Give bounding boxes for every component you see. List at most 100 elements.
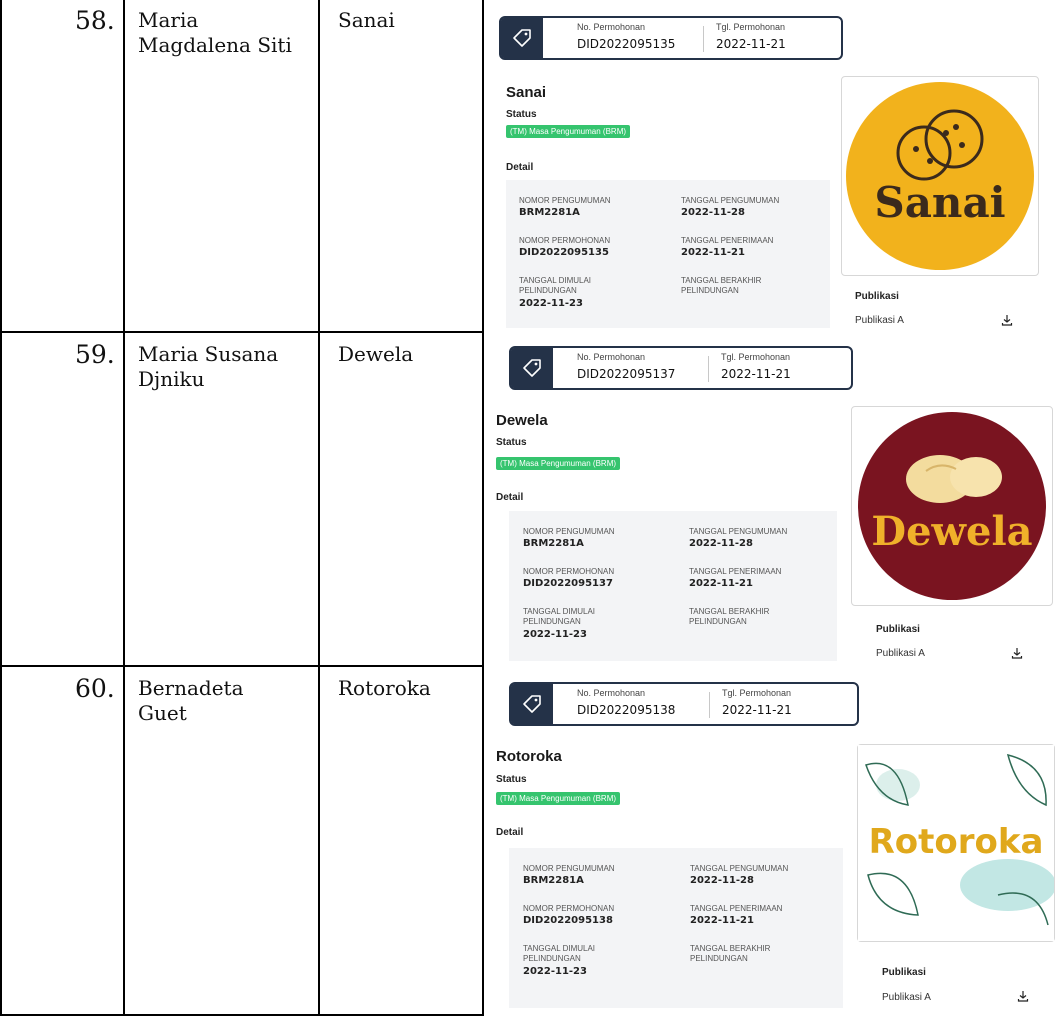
- no-permohonan-value: DID2022095135: [577, 37, 676, 51]
- detail-label: Detail: [496, 827, 524, 838]
- logo-image: Sanai: [841, 76, 1039, 276]
- download-icon[interactable]: [1001, 314, 1013, 326]
- no-permohonan-value: DID2022095138: [577, 703, 676, 717]
- logo-image: Rotoroka: [857, 744, 1056, 942]
- tgl-permohonan-value: 2022-11-21: [721, 367, 791, 381]
- tanggal-penerimaan-label: TANGGAL PENERIMAAN: [689, 567, 782, 576]
- nomor-pengumuman-value: BRM2281A: [519, 207, 580, 218]
- tanggal-pengumuman-label: TANGGAL PENGUMUMAN: [681, 196, 780, 205]
- publikasi-item[interactable]: Publikasi A: [882, 992, 931, 1003]
- application-card: No. Permohonan DID2022095135 Tgl. Permoh…: [499, 16, 843, 60]
- tanggal-dimulai-value: 2022-11-23: [519, 298, 583, 309]
- card-separator: [709, 692, 710, 718]
- brand-title: Dewela: [496, 412, 548, 429]
- logo-image: Dewela: [851, 406, 1053, 606]
- tanggal-berakhir-label: PELINDUNGAN: [690, 954, 748, 963]
- no-permohonan-label: No. Permohonan: [577, 688, 646, 698]
- tgl-permohonan-value: 2022-11-21: [722, 703, 792, 717]
- status-label: Status: [506, 109, 537, 120]
- tgl-permohonan-value: 2022-11-21: [716, 37, 786, 51]
- owner-name-line-2: Magdalena Siti: [138, 33, 292, 57]
- tanggal-berakhir-label: TANGGAL BERAKHIR: [689, 607, 770, 616]
- brand-name: Dewela: [338, 342, 414, 366]
- tgl-permohonan-label: Tgl. Permohonan: [716, 22, 786, 32]
- tanggal-penerimaan-label: TANGGAL PENERIMAAN: [681, 236, 774, 245]
- table-col-divider-3: [482, 0, 484, 1016]
- nomor-permohonan-value: DID2022095137: [523, 578, 613, 589]
- nomor-pengumuman-value: BRM2281A: [523, 875, 584, 886]
- card-separator: [708, 356, 709, 382]
- tanggal-pengumuman-value: 2022-11-28: [681, 207, 745, 218]
- nomor-pengumuman-label: NOMOR PENGUMUMAN: [523, 527, 615, 536]
- tanggal-dimulai-label: TANGGAL DIMULAI: [519, 276, 592, 285]
- row-number: 59.: [75, 340, 115, 369]
- brand-name: Rotoroka: [338, 676, 431, 700]
- logo-lettering: Rotoroka: [869, 822, 1044, 862]
- download-icon[interactable]: [1017, 990, 1029, 1002]
- detail-box: NOMOR PENGUMUMAN BRM2281A TANGGAL PENGUM…: [506, 180, 830, 328]
- tag-icon: [501, 18, 543, 58]
- no-permohonan-label: No. Permohonan: [577, 22, 646, 32]
- tanggal-pengumuman-value: 2022-11-28: [689, 538, 753, 549]
- table-row-divider: [0, 665, 482, 667]
- tanggal-berakhir-label: TANGGAL BERAKHIR: [681, 276, 762, 285]
- nomor-pengumuman-value: BRM2281A: [523, 538, 584, 549]
- no-permohonan-label: No. Permohonan: [577, 352, 646, 362]
- nomor-pengumuman-label: NOMOR PENGUMUMAN: [519, 196, 611, 205]
- logo-lettering: Dewela: [871, 508, 1032, 555]
- publikasi-label: Publikasi: [855, 291, 899, 302]
- status-label: Status: [496, 437, 527, 448]
- nomor-permohonan-label: NOMOR PERMOHONAN: [519, 236, 611, 245]
- brand-name: Sanai: [338, 8, 395, 32]
- tanggal-dimulai-label: PELINDUNGAN: [523, 617, 581, 626]
- tanggal-pengumuman-value: 2022-11-28: [690, 875, 754, 886]
- nomor-permohonan-label: NOMOR PERMOHONAN: [523, 567, 615, 576]
- nomor-pengumuman-label: NOMOR PENGUMUMAN: [523, 864, 615, 873]
- brand-title: Rotoroka: [496, 748, 562, 765]
- application-card: No. Permohonan DID2022095138 Tgl. Permoh…: [509, 682, 859, 726]
- owner-name-line-1: Maria Susana: [138, 342, 279, 366]
- detail-label: Detail: [496, 492, 524, 503]
- tanggal-dimulai-label: TANGGAL DIMULAI: [523, 607, 596, 616]
- tanggal-berakhir-label: PELINDUNGAN: [689, 617, 747, 626]
- table-col-divider-1: [123, 0, 125, 1016]
- nomor-permohonan-value: DID2022095135: [519, 247, 609, 258]
- table-row-divider: [0, 331, 482, 333]
- status-badge: (TM) Masa Pengumuman (BRM): [506, 125, 631, 138]
- publikasi-item[interactable]: Publikasi A: [876, 648, 925, 659]
- tgl-permohonan-label: Tgl. Permohonan: [721, 352, 791, 362]
- owner-name-line-2: Djniku: [138, 367, 205, 391]
- download-icon[interactable]: [1011, 647, 1023, 659]
- owner-name-line-1: Maria: [138, 8, 199, 32]
- tag-icon: [511, 684, 553, 724]
- tanggal-penerimaan-value: 2022-11-21: [681, 247, 745, 258]
- application-card: No. Permohonan DID2022095137 Tgl. Permoh…: [509, 346, 853, 390]
- detail-box: NOMOR PENGUMUMAN BRM2281A TANGGAL PENGUM…: [509, 511, 837, 661]
- table-border-left: [0, 0, 2, 1016]
- tanggal-pengumuman-label: TANGGAL PENGUMUMAN: [689, 527, 788, 536]
- nomor-permohonan-label: NOMOR PERMOHONAN: [523, 904, 615, 913]
- sanai-logo: Sanai: [846, 82, 1034, 270]
- publikasi-label: Publikasi: [876, 624, 920, 635]
- nomor-permohonan-value: DID2022095138: [523, 915, 613, 926]
- row-number: 58.: [75, 6, 115, 35]
- detail-box: NOMOR PENGUMUMAN BRM2281A TANGGAL PENGUM…: [509, 848, 843, 1008]
- tanggal-penerimaan-value: 2022-11-21: [690, 915, 754, 926]
- tanggal-penerimaan-label: TANGGAL PENERIMAAN: [690, 904, 783, 913]
- logo-lettering: Sanai: [874, 178, 1005, 227]
- tanggal-dimulai-value: 2022-11-23: [523, 629, 587, 640]
- tanggal-dimulai-value: 2022-11-23: [523, 966, 587, 977]
- status-label: Status: [496, 774, 527, 785]
- dewela-logo: Dewela: [858, 412, 1046, 600]
- tanggal-berakhir-label: TANGGAL BERAKHIR: [690, 944, 771, 953]
- publikasi-item[interactable]: Publikasi A: [855, 315, 904, 326]
- tanggal-penerimaan-value: 2022-11-21: [689, 578, 753, 589]
- tanggal-pengumuman-label: TANGGAL PENGUMUMAN: [690, 864, 789, 873]
- detail-label: Detail: [506, 162, 534, 173]
- no-permohonan-value: DID2022095137: [577, 367, 676, 381]
- rotoroka-logo: Rotoroka: [858, 745, 1056, 941]
- tanggal-dimulai-label: TANGGAL DIMULAI: [523, 944, 596, 953]
- tgl-permohonan-label: Tgl. Permohonan: [722, 688, 792, 698]
- brand-title: Sanai: [506, 84, 547, 101]
- tag-icon: [511, 348, 553, 388]
